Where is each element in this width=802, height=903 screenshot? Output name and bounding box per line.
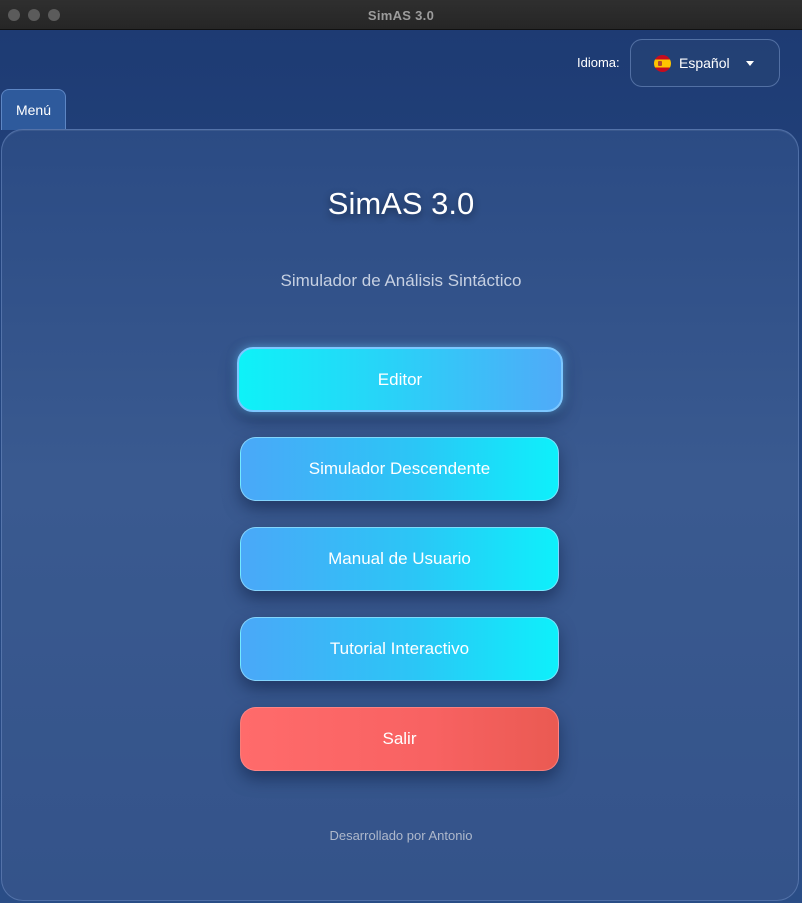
caret-down-icon [746, 61, 754, 66]
page-title: SimAS 3.0 [327, 186, 475, 221]
main-panel [1, 129, 799, 901]
tutorial-interactivo-button[interactable]: Tutorial Interactivo [240, 617, 559, 681]
language-select[interactable]: Español [630, 39, 780, 87]
page-subtitle: Simulador de Análisis Sintáctico [280, 271, 522, 290]
app-window: SimAS 3.0 Idioma: Español Menú SimAS 3.0… [0, 0, 802, 903]
simulador-descendente-button[interactable]: Simulador Descendente [240, 437, 559, 501]
language-selected-value: Español [679, 55, 730, 71]
language-label: Idioma: [577, 55, 620, 70]
footer-credit: Desarrollado por Antonio [329, 828, 473, 843]
tab-menu[interactable]: Menú [1, 89, 66, 130]
editor-button[interactable]: Editor [237, 347, 563, 412]
manual-de-usuario-button[interactable]: Manual de Usuario [240, 527, 559, 591]
spain-flag-icon [654, 54, 671, 72]
window-title: SimAS 3.0 [367, 8, 435, 23]
exit-button[interactable]: Salir [240, 707, 559, 771]
title-bar[interactable]: SimAS 3.0 [0, 0, 802, 30]
